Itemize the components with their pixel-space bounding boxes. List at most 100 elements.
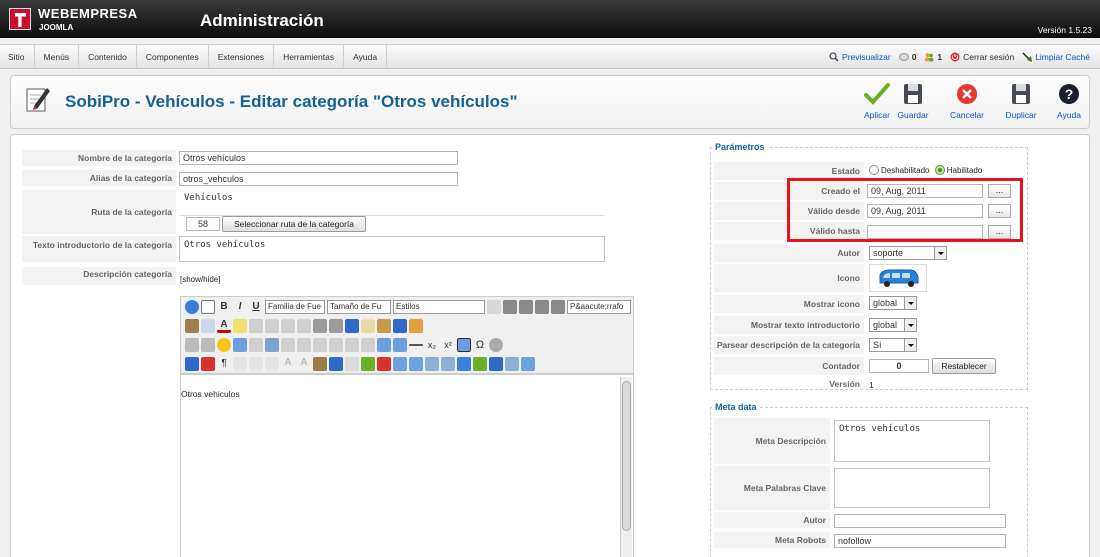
parse-description-select[interactable]: Sí	[869, 338, 917, 352]
special-char-icon[interactable]: Ω	[473, 338, 487, 352]
author-select[interactable]: soporte	[869, 246, 947, 260]
eraser-icon[interactable]	[489, 338, 503, 352]
state-enabled-radio[interactable]	[934, 165, 945, 175]
font-family-select[interactable]: Familia de Fue	[265, 300, 325, 314]
ltr-icon[interactable]	[185, 338, 199, 352]
paste-icon[interactable]	[377, 319, 391, 333]
italic-icon[interactable]: I	[233, 300, 247, 314]
find-icon[interactable]	[185, 319, 199, 333]
del-icon[interactable]: A	[281, 357, 295, 371]
align-center-icon[interactable]	[519, 300, 533, 314]
styles-select[interactable]: Estilos	[393, 300, 485, 314]
style-props-icon[interactable]	[185, 357, 199, 371]
visualchars-icon[interactable]	[441, 357, 455, 371]
category-path-field[interactable]: Vehículos	[180, 190, 604, 216]
undo-icon[interactable]	[281, 319, 295, 333]
delete-row-icon[interactable]	[345, 338, 359, 352]
print-icon[interactable]	[393, 338, 407, 352]
ins-icon[interactable]: A	[297, 357, 311, 371]
menu-item-contenido[interactable]: Contenido	[79, 45, 137, 69]
outdent-icon[interactable]	[249, 319, 263, 333]
font-size-select[interactable]: Tamaño de Fu	[327, 300, 391, 314]
preview-link[interactable]: Previsualizar	[829, 52, 891, 62]
category-alias-input[interactable]: otros_vehculos	[179, 172, 458, 186]
editor-scrollbar[interactable]	[620, 377, 632, 557]
cut-icon[interactable]	[345, 319, 359, 333]
reset-counter-button[interactable]: Restablecer	[932, 358, 996, 374]
show-blocks-icon[interactable]: ¶	[217, 357, 231, 371]
image-insert-icon[interactable]	[489, 357, 503, 371]
intro-text-field[interactable]: Otros vehículos	[179, 236, 605, 262]
article-icon[interactable]	[473, 357, 487, 371]
horizontal-rule-icon[interactable]	[409, 344, 423, 346]
align-justify-icon[interactable]	[551, 300, 565, 314]
bullet-list-icon[interactable]	[313, 319, 327, 333]
emoticon-icon[interactable]	[217, 338, 231, 352]
table-icon[interactable]	[281, 338, 295, 352]
preview-icon[interactable]	[249, 338, 263, 352]
new-document-icon[interactable]	[201, 300, 215, 314]
blockquote-icon[interactable]	[361, 357, 375, 371]
insert-table-icon[interactable]	[377, 338, 391, 352]
image-icon[interactable]	[265, 338, 279, 352]
layer-backward-icon[interactable]	[409, 357, 423, 371]
menu-item-menus[interactable]: Menús	[35, 45, 80, 69]
paragraph-select[interactable]: P&aacute;rrafo	[567, 300, 631, 314]
layer-forward-icon[interactable]	[393, 357, 407, 371]
cell-props-icon[interactable]	[313, 338, 327, 352]
citation-icon[interactable]	[265, 357, 279, 371]
menu-item-extensiones[interactable]: Extensiones	[209, 45, 275, 69]
attributes-icon[interactable]	[313, 357, 327, 371]
duplicate-button[interactable]: Duplicar	[997, 82, 1045, 120]
meta-author-input[interactable]	[834, 514, 1006, 528]
meta-keywords-field[interactable]	[834, 468, 990, 508]
description-editor[interactable]: Otros vehiculos	[180, 374, 634, 557]
show-hide-toggle[interactable]: [show/hide]	[180, 275, 220, 284]
replace-icon[interactable]	[201, 319, 215, 333]
clear-cache-link[interactable]: Limpiar Caché	[1022, 52, 1090, 62]
align-right-icon[interactable]	[535, 300, 549, 314]
editor-scroll-thumb[interactable]	[622, 381, 631, 531]
superscript-icon[interactable]: x²	[441, 338, 455, 352]
link-icon[interactable]	[521, 357, 535, 371]
anchor-icon[interactable]	[393, 319, 407, 333]
numbered-list-icon[interactable]	[329, 319, 343, 333]
bold-icon[interactable]: B	[217, 300, 231, 314]
spellcheck-icon[interactable]	[487, 300, 501, 314]
insert-layer-icon[interactable]	[201, 357, 215, 371]
logout-link[interactable]: Cerrar sesión	[950, 52, 1014, 62]
code-icon[interactable]	[505, 357, 519, 371]
highlight-color-icon[interactable]	[233, 319, 247, 333]
about-icon[interactable]	[185, 300, 199, 314]
show-intro-select[interactable]: global	[869, 318, 917, 332]
state-disabled-radio[interactable]	[869, 165, 879, 175]
redo-icon[interactable]	[297, 319, 311, 333]
category-icon-preview[interactable]	[869, 264, 927, 292]
text-color-icon[interactable]: A	[217, 319, 231, 333]
save-button[interactable]: Guardar	[889, 82, 937, 120]
template-icon[interactable]	[329, 357, 343, 371]
menu-item-herramientas[interactable]: Herramientas	[274, 45, 345, 69]
fullscreen-icon[interactable]	[457, 338, 471, 352]
insert-row-icon[interactable]	[329, 338, 343, 352]
cleanup-icon[interactable]	[409, 319, 423, 333]
split-cell-icon[interactable]	[361, 338, 375, 352]
menu-item-ayuda[interactable]: Ayuda	[344, 45, 388, 69]
select-path-button[interactable]: Seleccionar ruta de la categoría	[222, 216, 366, 232]
menu-item-componentes[interactable]: Componentes	[137, 45, 209, 69]
meta-robots-input[interactable]: nofollow	[834, 534, 1006, 548]
nonbreaking-icon[interactable]	[345, 357, 359, 371]
readmore-icon[interactable]	[457, 357, 471, 371]
subscript-icon[interactable]: x₂	[425, 338, 439, 352]
absolute-icon[interactable]	[425, 357, 439, 371]
menu-item-sitio[interactable]: Sitio	[0, 45, 35, 69]
underline-icon[interactable]: U	[249, 300, 263, 314]
users-online[interactable]: 1	[924, 52, 942, 62]
acronym-icon[interactable]	[249, 357, 263, 371]
media-icon[interactable]	[233, 338, 247, 352]
category-name-input[interactable]: Otros vehículos	[179, 151, 458, 165]
pagebreak-icon[interactable]	[377, 357, 391, 371]
help-button[interactable]: ? Ayuda	[1045, 82, 1093, 120]
indent-icon[interactable]	[265, 319, 279, 333]
show-icon-select[interactable]: global	[869, 296, 917, 310]
